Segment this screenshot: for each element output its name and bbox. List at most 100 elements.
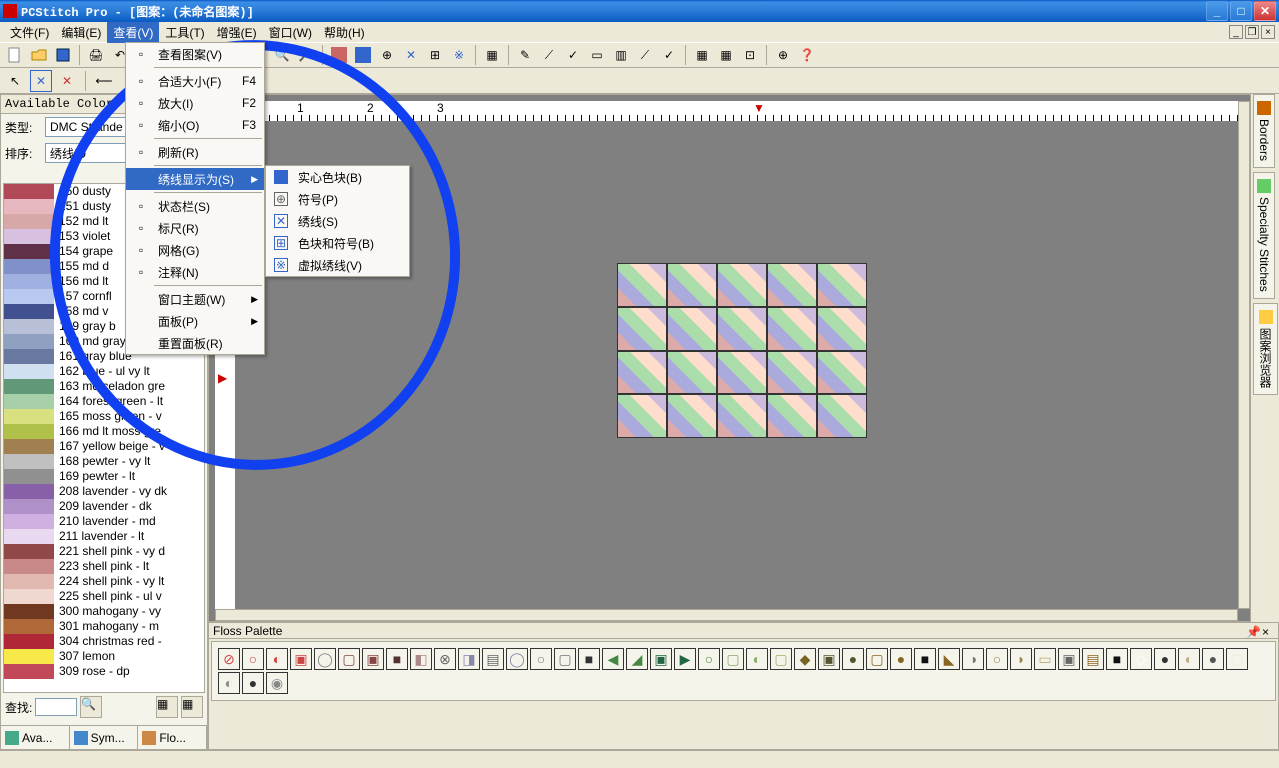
display-submenu-item[interactable]: 实心色块(B) <box>266 166 409 188</box>
tool2-button[interactable]: ⟋ <box>538 44 560 66</box>
search-button[interactable]: 🔍 <box>80 696 102 718</box>
color-list-item[interactable]: 165 moss green - v <box>56 409 204 424</box>
floss-swatch[interactable]: ▢ <box>866 648 888 670</box>
tool3-button[interactable]: ✓ <box>562 44 584 66</box>
view-menu-item[interactable]: ▫网格(G) <box>126 239 264 261</box>
color-swatch[interactable] <box>4 214 54 229</box>
left-tab-2[interactable]: Flo... <box>138 726 207 749</box>
color-swatch[interactable] <box>4 544 54 559</box>
color-swatch[interactable] <box>4 364 54 379</box>
floss-swatch[interactable]: ◨ <box>458 648 480 670</box>
menu-item-3[interactable]: 工具(T) <box>159 22 210 43</box>
view-menu-item[interactable]: ▫查看图案(V) <box>126 43 264 65</box>
tool4-button[interactable]: ▭ <box>586 44 608 66</box>
floss-swatch[interactable]: ⊗ <box>434 648 456 670</box>
view-menu-item[interactable]: ▫缩小(O)F3 <box>126 114 264 136</box>
floss-swatch[interactable]: ◑ <box>962 648 984 670</box>
floss-swatch[interactable]: ◉ <box>266 672 288 694</box>
color-swatch[interactable] <box>4 319 54 334</box>
color-swatch[interactable] <box>4 184 54 199</box>
floss-swatch[interactable]: ▢ <box>554 648 576 670</box>
floss-swatch[interactable]: ○ <box>242 648 264 670</box>
close-button[interactable]: ✕ <box>1254 1 1276 21</box>
color-swatch[interactable] <box>4 664 54 679</box>
floss-swatch[interactable]: ○ <box>986 648 1008 670</box>
color-list-item[interactable]: 168 pewter - vy lt <box>56 454 204 469</box>
tool1-button[interactable]: ✎ <box>514 44 536 66</box>
minimize-button[interactable]: _ <box>1206 1 1228 21</box>
color-swatch[interactable] <box>4 304 54 319</box>
view-menu-item[interactable]: 窗口主题(W) <box>126 288 264 310</box>
color-list-item[interactable]: 301 mahogany - m <box>56 619 204 634</box>
both-button[interactable]: ⊞ <box>424 44 446 66</box>
floss-close-button[interactable]: × <box>1262 625 1274 637</box>
floss-swatch[interactable]: ▤ <box>482 648 504 670</box>
zoomin-button[interactable]: 🔍 <box>271 44 293 66</box>
color-swatch[interactable] <box>4 529 54 544</box>
browser-tab[interactable]: 图案浏览器 <box>1253 303 1278 395</box>
color-list-item[interactable]: 225 shell pink - ul v <box>56 589 204 604</box>
view-menu-item[interactable]: 重置面板(R) <box>126 332 264 354</box>
menu-item-6[interactable]: 帮助(H) <box>318 22 371 43</box>
floss-swatch[interactable]: ▢ <box>338 648 360 670</box>
display-submenu-item[interactable]: ⊞色块和符号(B) <box>266 232 409 254</box>
maximize-button[interactable]: □ <box>1230 1 1252 21</box>
color-list-item[interactable]: 304 christmas red - <box>56 634 204 649</box>
display-submenu-item[interactable]: ⊕符号(P) <box>266 188 409 210</box>
floss-swatch[interactable]: ▭ <box>1034 648 1056 670</box>
floss-swatch[interactable]: ⊘ <box>218 648 240 670</box>
symbol-button[interactable]: ⊕ <box>376 44 398 66</box>
floss-swatch[interactable]: ◇ <box>1130 648 1152 670</box>
search-input[interactable] <box>35 698 77 716</box>
view-menu-item[interactable]: ▫刷新(R) <box>126 141 264 163</box>
color-list-item[interactable]: 169 pewter - lt <box>56 469 204 484</box>
floss-swatch[interactable]: ▢ <box>1226 648 1248 670</box>
floss-swatch[interactable]: ▢ <box>770 648 792 670</box>
floss-swatch[interactable]: ● <box>890 648 912 670</box>
pin-button[interactable]: 📌 <box>1246 625 1258 637</box>
save-button[interactable] <box>52 44 74 66</box>
floss-swatch[interactable]: ▢ <box>722 648 744 670</box>
color-swatch[interactable] <box>4 199 54 214</box>
color-swatch[interactable] <box>4 379 54 394</box>
left-tab-1[interactable]: Sym... <box>70 726 139 749</box>
floss-swatch[interactable]: ▣ <box>650 648 672 670</box>
floss-swatch[interactable]: ◣ <box>938 648 960 670</box>
tool10-button[interactable]: ⊡ <box>739 44 761 66</box>
virtual-button[interactable]: ※ <box>448 44 470 66</box>
color-list-item[interactable]: 210 lavender - md <box>56 514 204 529</box>
color-swatch[interactable] <box>4 229 54 244</box>
floss-swatch[interactable]: ◐ <box>746 648 768 670</box>
floss-swatch[interactable]: ● <box>1202 648 1224 670</box>
menu-item-4[interactable]: 增强(E) <box>211 22 263 43</box>
view-menu-item[interactable]: 绣线显示为(S) <box>126 168 264 190</box>
color-swatch[interactable] <box>4 454 54 469</box>
color-swatch[interactable] <box>4 349 54 364</box>
floss-swatch[interactable]: ◀ <box>602 648 624 670</box>
display-submenu-item[interactable]: ※虚拟绣线(V) <box>266 254 409 276</box>
color-swatch[interactable] <box>4 514 54 529</box>
color-swatch[interactable] <box>4 619 54 634</box>
menu-item-0[interactable]: 文件(F) <box>4 22 55 43</box>
mdi-restore-button[interactable]: ❐ <box>1245 25 1259 39</box>
floss-swatch[interactable]: ○ <box>698 648 720 670</box>
color-swatch[interactable] <box>4 394 54 409</box>
gridtoggle-button[interactable]: ▦ <box>481 44 503 66</box>
view-menu-item[interactable]: ▫状态栏(S) <box>126 195 264 217</box>
view-menu-item[interactable]: ▫合适大小(F)F4 <box>126 70 264 92</box>
color-list-item[interactable]: 307 lemon <box>56 649 204 664</box>
scrollbar-horizontal[interactable] <box>215 609 1238 621</box>
color-swatch[interactable] <box>4 649 54 664</box>
grid2-button[interactable]: ▦ <box>181 696 203 718</box>
mdi-close-button[interactable]: × <box>1261 25 1275 39</box>
floss-swatch[interactable]: ● <box>842 648 864 670</box>
menu-item-1[interactable]: 编辑(E) <box>55 22 107 43</box>
pointer-tool[interactable]: ↖ <box>4 70 26 92</box>
floss-swatch[interactable]: ■ <box>578 648 600 670</box>
floss-swatch[interactable]: ◗ <box>1010 648 1032 670</box>
color-list-item[interactable]: 224 shell pink - vy lt <box>56 574 204 589</box>
floss-swatch[interactable]: ◧ <box>410 648 432 670</box>
floss-swatch[interactable]: ◢ <box>626 648 648 670</box>
color-list-item[interactable]: 163 md celadon gre <box>56 379 204 394</box>
color-swatch[interactable] <box>4 289 54 304</box>
